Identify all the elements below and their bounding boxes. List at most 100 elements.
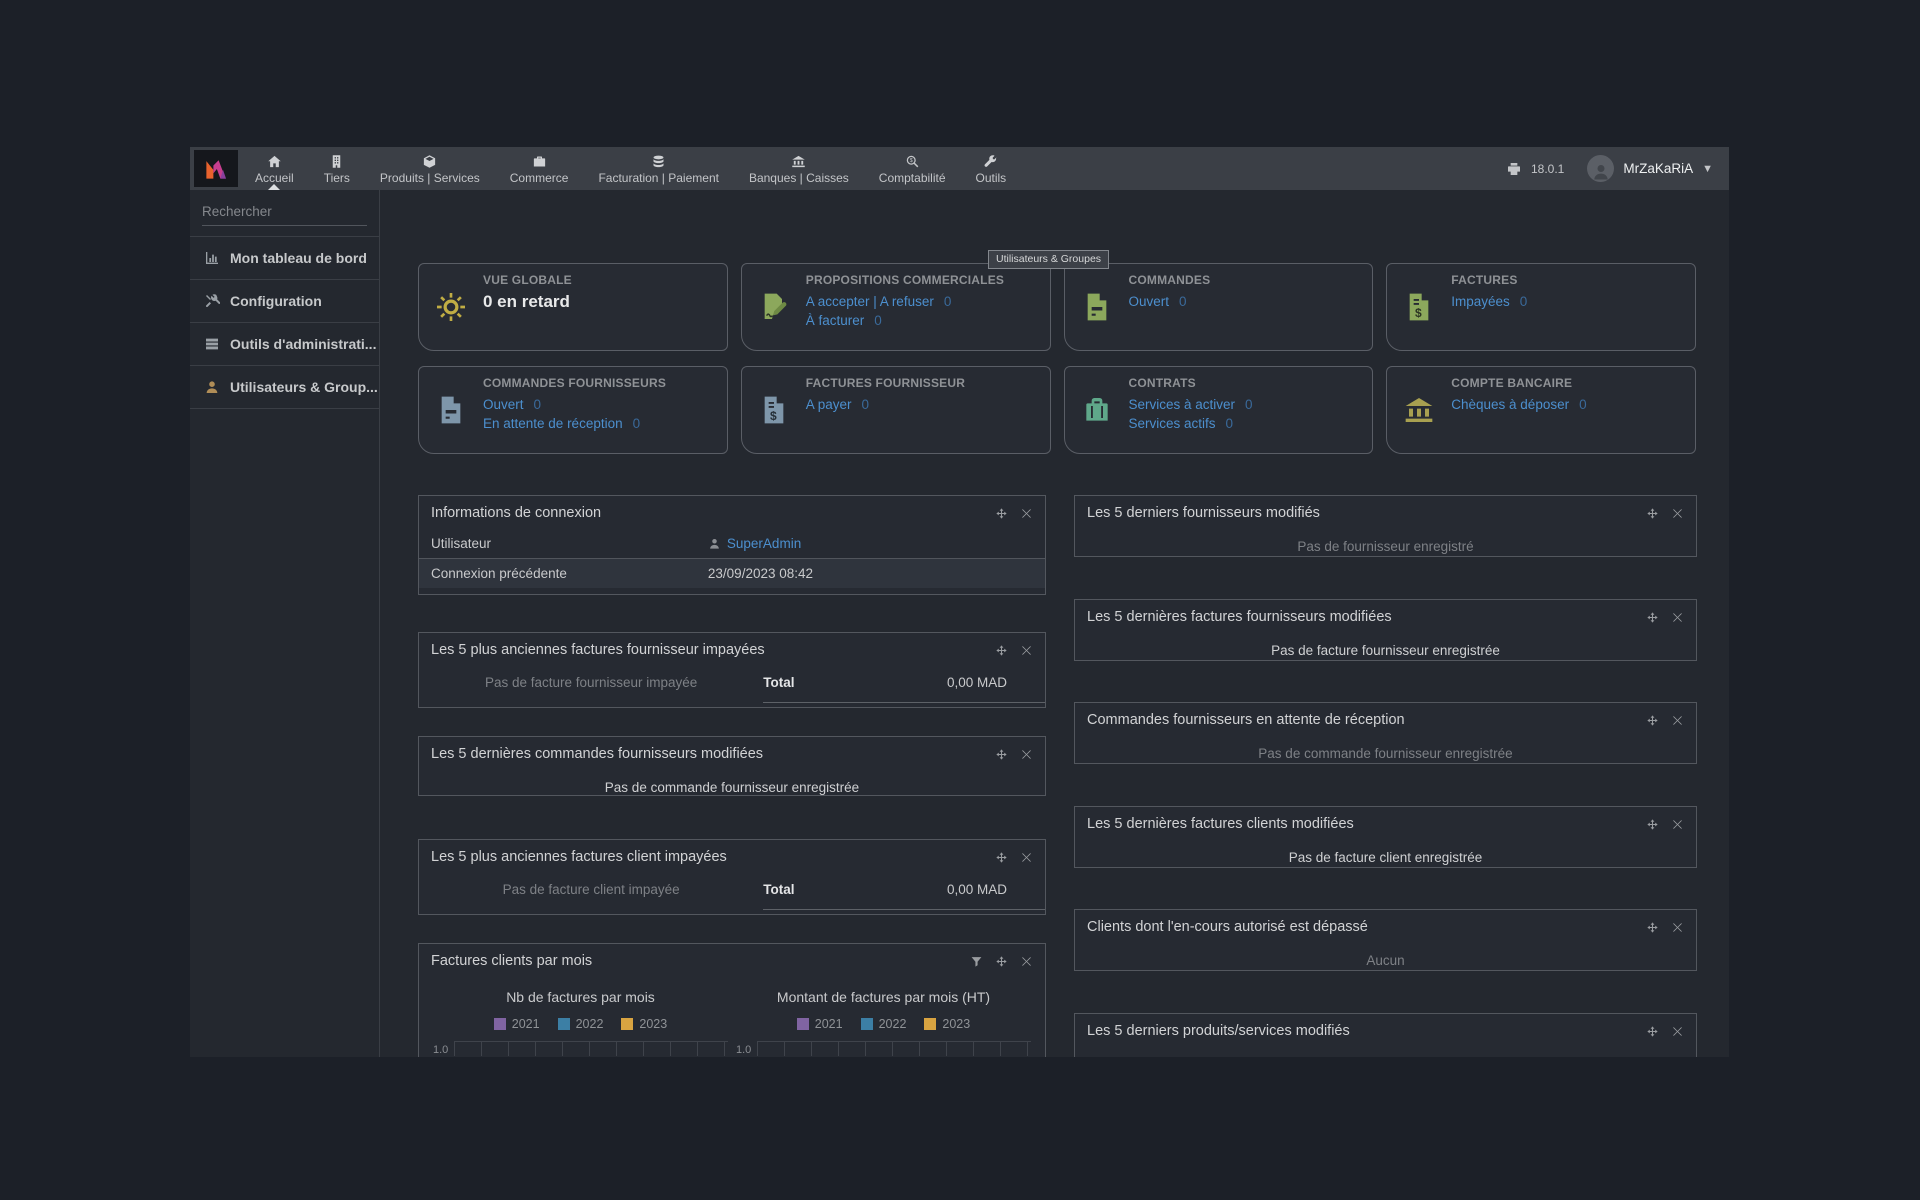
kpi-link[interactable]: Services à activer0: [1129, 395, 1373, 414]
widget-dernieres-factures-fournisseurs-modifiees: Les 5 dernières factures fournisseurs mo…: [1074, 599, 1697, 661]
sidebar-item-configuration[interactable]: Configuration: [190, 280, 379, 323]
widget-title: Clients dont l'en-cours autorisé est dép…: [1087, 919, 1646, 935]
sidebar-item-outils-administration[interactable]: Outils d'administrati...: [190, 323, 379, 366]
close-icon[interactable]: [1671, 818, 1684, 831]
sidebar-item-tableau-de-bord[interactable]: Mon tableau de bord: [190, 236, 379, 280]
close-icon[interactable]: [1671, 714, 1684, 727]
row-label: Utilisateur: [431, 536, 708, 551]
widget-derniers-produits-services-modifies: Les 5 derniers produits/services modifié…: [1074, 1013, 1697, 1057]
kpi-title: FACTURES: [1451, 273, 1695, 287]
kpi-title: CONTRATS: [1129, 376, 1373, 390]
close-icon[interactable]: [1020, 851, 1033, 864]
move-icon[interactable]: [995, 644, 1008, 657]
close-icon[interactable]: [1020, 748, 1033, 761]
kpi-box-propositions-commerciales[interactable]: PROPOSITIONS COMMERCIALES A accepter | A…: [741, 263, 1051, 351]
kpi-box-vue-globale[interactable]: VUE GLOBALE 0 en retard: [418, 263, 728, 351]
user-icon: [204, 379, 220, 395]
kpi-link[interactable]: A payer0: [806, 395, 1050, 414]
widget-commandes-fournisseurs-attente-reception: Commandes fournisseurs en attente de réc…: [1074, 702, 1697, 764]
kpi-row-2: COMMANDES FOURNISSEURS Ouvert0 En attent…: [418, 366, 1696, 454]
chart-axis: 1.0: [732, 1041, 1035, 1056]
widget-title: Informations de connexion: [431, 505, 995, 521]
kpi-link[interactable]: Ouvert0: [483, 395, 727, 414]
kpi-box-factures[interactable]: $ FACTURES Impayées0: [1386, 263, 1696, 351]
dolibarr-window: Accueil Tiers Produits | Services Commer…: [190, 147, 1729, 1057]
kpi-count: 0: [1520, 294, 1528, 309]
move-icon[interactable]: [1646, 921, 1659, 934]
move-icon[interactable]: [1646, 507, 1659, 520]
kpi-box-compte-bancaire[interactable]: COMPTE BANCAIRE Chèques à déposer0: [1386, 366, 1696, 454]
avatar[interactable]: [1587, 155, 1614, 182]
chart-legend: 2021 2022 2023: [429, 1017, 732, 1031]
nav-item-commerce[interactable]: Commerce: [495, 147, 584, 190]
search-input[interactable]: [202, 204, 379, 219]
close-icon[interactable]: [1671, 921, 1684, 934]
close-icon[interactable]: [1020, 507, 1033, 520]
app-logo[interactable]: [194, 150, 238, 187]
move-icon[interactable]: [995, 748, 1008, 761]
nav-item-produits-services[interactable]: Produits | Services: [365, 147, 495, 190]
nav-item-facturation-paiement[interactable]: Facturation | Paiement: [583, 147, 734, 190]
kpi-title: COMMANDES FOURNISSEURS: [483, 376, 727, 390]
chart-montant-factures: Montant de factures par mois (HT) 2021 2…: [732, 981, 1035, 1056]
kpi-box-contrats[interactable]: CONTRATS Services à activer0 Services ac…: [1064, 366, 1374, 454]
row-value: SuperAdmin: [727, 536, 801, 551]
widget-commandes-fournisseurs-modifiees: Les 5 dernières commandes fournisseurs m…: [418, 736, 1046, 796]
legend-swatch: [558, 1018, 570, 1030]
nav-item-outils[interactable]: Outils: [961, 147, 1022, 190]
row-value: 23/09/2023 08:42: [708, 566, 813, 581]
navbar-right-tools: 18.0.1 MrZaKaRiA ▼: [1506, 155, 1729, 182]
legend-swatch: [797, 1018, 809, 1030]
empty-state-text: Pas de facture client impayée: [419, 882, 763, 897]
nav-item-accueil[interactable]: Accueil: [240, 147, 309, 190]
move-icon[interactable]: [995, 955, 1008, 968]
search-dollar-icon: $: [905, 154, 920, 169]
widget-title: Les 5 derniers fournisseurs modifiés: [1087, 505, 1646, 521]
widget-title: Les 5 dernières factures fournisseurs mo…: [1087, 609, 1646, 625]
sidebar-item-utilisateurs-groupes[interactable]: Utilisateurs & Group...: [190, 366, 379, 409]
user-link[interactable]: SuperAdmin: [708, 536, 801, 551]
widget-title: Les 5 dernières factures clients modifié…: [1087, 816, 1646, 832]
kpi-count: 0: [944, 294, 952, 309]
legend-item: 2021: [494, 1017, 540, 1031]
move-icon[interactable]: [1646, 714, 1659, 727]
kpi-link[interactable]: À facturer0: [806, 311, 1050, 330]
kpi-link[interactable]: A accepter | A refuser0: [806, 292, 1050, 311]
nav-item-banques-caisses[interactable]: Banques | Caisses: [734, 147, 864, 190]
username-label[interactable]: MrZaKaRiA: [1623, 161, 1693, 176]
move-icon[interactable]: [1646, 1025, 1659, 1038]
move-icon[interactable]: [1646, 611, 1659, 624]
nav-item-tiers[interactable]: Tiers: [309, 147, 365, 190]
close-icon[interactable]: [1671, 507, 1684, 520]
kpi-box-factures-fournisseur[interactable]: $ FACTURES FOURNISSEUR A payer0: [741, 366, 1051, 454]
kpi-link[interactable]: Chèques à déposer0: [1451, 395, 1695, 414]
widget-factures-client-impayees: Les 5 plus anciennes factures client imp…: [418, 839, 1046, 915]
kpi-link[interactable]: En attente de réception0: [483, 414, 727, 433]
y-tick-label: 1.0: [433, 1045, 448, 1056]
move-icon[interactable]: [995, 851, 1008, 864]
row-label: Connexion précédente: [431, 566, 708, 581]
file-invoice-dollar-icon: $: [742, 367, 806, 453]
close-icon[interactable]: [1020, 644, 1033, 657]
kpi-link[interactable]: Ouvert0: [1129, 292, 1373, 311]
close-icon[interactable]: [1020, 955, 1033, 968]
chart-grid: [757, 1041, 1031, 1056]
filter-icon[interactable]: [970, 955, 983, 968]
kpi-box-commandes-fournisseurs[interactable]: COMMANDES FOURNISSEURS Ouvert0 En attent…: [418, 366, 728, 454]
kpi-count: 0: [1245, 397, 1253, 412]
kpi-link[interactable]: Services actifs0: [1129, 414, 1373, 433]
kpi-link[interactable]: Impayées0: [1451, 292, 1695, 311]
server-list-icon: [204, 336, 220, 352]
total-row: Pas de facture client impayée Total 0,00…: [419, 873, 1045, 910]
close-icon[interactable]: [1671, 611, 1684, 624]
kpi-box-commandes[interactable]: COMMANDES Ouvert0: [1064, 263, 1374, 351]
move-icon[interactable]: [1646, 818, 1659, 831]
close-icon[interactable]: [1671, 1025, 1684, 1038]
move-icon[interactable]: [995, 507, 1008, 520]
printer-icon[interactable]: [1506, 161, 1522, 177]
nav-item-comptabilite[interactable]: $ Comptabilité: [864, 147, 961, 190]
nav-label: Accueil: [255, 171, 294, 185]
total-label: Total: [763, 675, 851, 690]
empty-state-text: Pas de facture fournisseur enregistrée: [1075, 633, 1696, 672]
chevron-down-icon[interactable]: ▼: [1702, 163, 1713, 175]
